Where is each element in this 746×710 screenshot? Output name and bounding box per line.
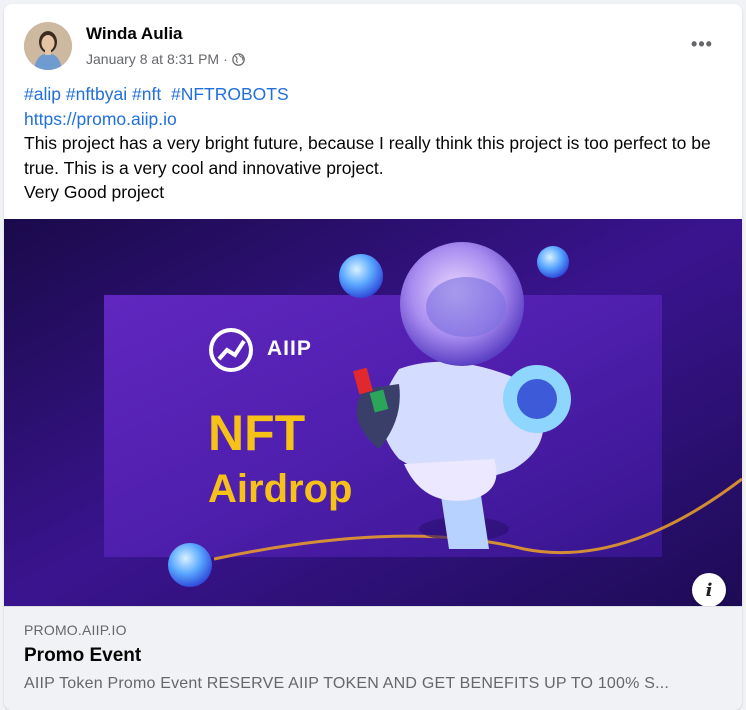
info-button[interactable]: i	[692, 573, 726, 606]
post-header: Winda Aulia January 8 at 8:31 PM · •••	[24, 20, 726, 72]
post-body: #alip #nftbyai #nft #NFTROBOTS https://p…	[24, 82, 722, 205]
link-description: AIIP Token Promo Event RESERVE AIIP TOKE…	[24, 675, 670, 692]
post-text: This project has a very bright future, b…	[24, 133, 711, 178]
banner-headline-nft: NFT	[208, 405, 306, 461]
author-name[interactable]: Winda Aulia	[86, 24, 183, 44]
avatar-image	[24, 22, 72, 70]
post-card: Winda Aulia January 8 at 8:31 PM · ••• #…	[4, 4, 742, 710]
avatar[interactable]	[24, 22, 72, 70]
post-link[interactable]: https://promo.aiip.io	[24, 109, 177, 129]
hashtag-link[interactable]: #nft	[132, 84, 161, 104]
hashtag-row: #alip #nftbyai #nft #NFTROBOTS	[24, 82, 722, 107]
meta-separator: ·	[223, 51, 228, 67]
banner-headline-airdrop: Airdrop	[208, 467, 353, 511]
post-text-2: Very Good project	[24, 182, 165, 202]
post-media[interactable]: AIIP NFT Airdrop i	[4, 219, 742, 606]
more-options-icon: •••	[691, 33, 713, 54]
post-timestamp[interactable]: January 8 at 8:31 PM	[86, 51, 219, 67]
nft-airdrop-banner	[4, 219, 742, 606]
info-icon: i	[705, 579, 713, 601]
link-title[interactable]: Promo Event	[24, 645, 141, 667]
globe-icon	[231, 52, 245, 66]
hashtag-link[interactable]: #NFTROBOTS	[166, 84, 289, 104]
more-options-button[interactable]: •••	[688, 30, 716, 58]
post-meta: January 8 at 8:31 PM ·	[86, 51, 245, 67]
banner-brand: AIIP	[267, 337, 312, 360]
hashtag-link[interactable]: #nftbyai	[66, 84, 127, 104]
link-preview[interactable]: PROMO.AIIP.IO Promo Event AIIP Token Pro…	[4, 606, 742, 710]
link-domain: PROMO.AIIP.IO	[24, 622, 127, 638]
hashtag-link[interactable]: #alip	[24, 84, 61, 104]
